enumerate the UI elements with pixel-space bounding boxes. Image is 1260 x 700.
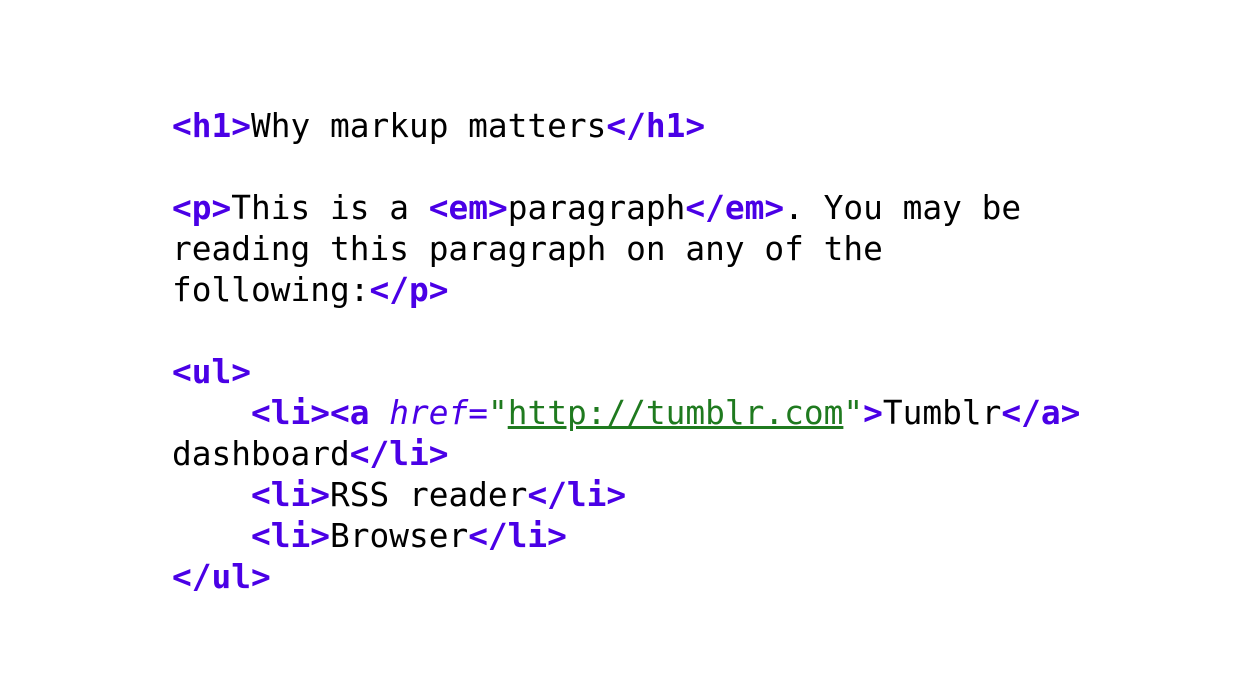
code-line-p2: reading this paragraph on any of the — [172, 229, 1080, 270]
a-close-tag: </a> — [1001, 394, 1081, 432]
li1-continued-text: dashboard — [172, 435, 350, 473]
p-close-tag: </p> — [369, 271, 449, 309]
code-line-h1: <h1>Why markup matters</h1> — [172, 106, 1080, 147]
code-line-li1: <li><a href="http://tumblr.com">Tumblr</… — [172, 393, 1080, 434]
h1-text: Why markup matters — [250, 107, 607, 145]
em-close-tag: </em> — [685, 189, 785, 227]
h1-close-tag: </h1> — [606, 107, 706, 145]
p-open-tag: <p> — [172, 189, 232, 227]
link-text: Tumblr — [882, 394, 1002, 432]
code-line-p3: following:</p> — [172, 270, 1080, 311]
li-close-tag: </li> — [349, 435, 449, 473]
code-line-li1-cont: dashboard</li> — [172, 434, 1080, 475]
a-open-tag-end: > — [863, 394, 883, 432]
href-attribute-value[interactable]: http://tumblr.com — [508, 394, 844, 432]
a-open-tag-start: <a — [329, 394, 370, 432]
code-line-li3: <li>Browser</li> — [172, 516, 1080, 557]
em-open-tag: <em> — [428, 189, 508, 227]
quote-close: " — [843, 394, 864, 432]
li-open-tag: <li> — [250, 517, 330, 555]
quote-open: " — [487, 394, 508, 432]
li3-text: Browser — [329, 517, 469, 555]
href-attribute-name: href — [389, 394, 469, 432]
equals-sign: = — [468, 394, 488, 432]
code-line-li2: <li>RSS reader</li> — [172, 475, 1080, 516]
li-close-tag: </li> — [468, 517, 567, 555]
p-text-part1: This is a — [231, 189, 429, 227]
li-open-tag: <li> — [250, 394, 330, 432]
ul-close-tag: </ul> — [172, 558, 271, 596]
ul-open-tag: <ul> — [172, 353, 251, 391]
p-text-line2: reading this paragraph on any of the — [172, 230, 883, 268]
p-text-part2: . You may be — [784, 189, 1022, 227]
p-text-line3: following: — [172, 271, 370, 309]
code-line-ul-open: <ul> — [172, 352, 1080, 393]
code-line-ul-close: </ul> — [172, 557, 1080, 598]
li2-text: RSS reader — [329, 476, 528, 514]
code-block: <h1>Why markup matters</h1> <p>This is a… — [172, 106, 1080, 598]
em-text: paragraph — [507, 189, 686, 227]
h1-open-tag: <h1> — [172, 107, 251, 145]
code-line-p1: <p>This is a <em>paragraph</em>. You may… — [172, 188, 1080, 229]
li-open-tag: <li> — [250, 476, 330, 514]
li-close-tag: </li> — [527, 476, 627, 514]
